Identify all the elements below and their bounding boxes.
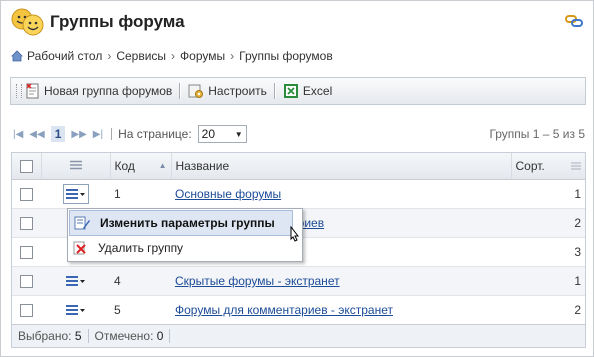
toolbar-divider xyxy=(179,83,182,99)
first-page-icon[interactable]: |◀ xyxy=(13,129,23,140)
column-name-label: Название xyxy=(175,159,230,173)
breadcrumb-separator: › xyxy=(171,49,176,63)
group-name-link[interactable]: Скрытые форумы - экстранет xyxy=(175,274,340,288)
cell-sort: 2 xyxy=(511,208,585,238)
settings-label: Настроить xyxy=(208,84,267,98)
next-page-icon[interactable]: ▶▶ xyxy=(71,129,86,140)
current-page[interactable]: 1 xyxy=(50,126,66,142)
table-row[interactable]: 1 Основные форумы 1 xyxy=(12,179,585,209)
group-name-link[interactable]: Форумы для комментариев - экстранет xyxy=(175,303,393,317)
last-page-icon[interactable]: ▶| xyxy=(93,129,103,140)
selected-count: 5 xyxy=(74,329,82,343)
toolbar-divider xyxy=(273,83,276,99)
column-sort-label: Сорт. xyxy=(515,159,545,173)
per-page-value: 20 xyxy=(201,127,216,141)
cell-sort: 3 xyxy=(511,237,585,267)
cell-code: 5 xyxy=(110,295,171,325)
pager-divider xyxy=(111,128,113,140)
cell-sort: 2 xyxy=(511,295,585,325)
breadcrumb-item-forum-groups: Группы форумов xyxy=(239,49,333,63)
breadcrumb-separator: › xyxy=(107,49,112,63)
help-icon[interactable] xyxy=(565,12,583,30)
column-code-label: Код xyxy=(114,159,135,173)
row-actions-button[interactable] xyxy=(62,184,89,204)
delete-group-label: Удалить группу xyxy=(98,241,184,255)
row-checkbox[interactable] xyxy=(20,188,33,202)
cell-code: 1 xyxy=(110,179,171,209)
pager: |◀ ◀◀ 1 ▶▶ ▶| На странице: 20 ▼ Группы 1… xyxy=(13,125,585,143)
footer-divider xyxy=(87,329,89,343)
row-checkbox[interactable] xyxy=(20,275,33,289)
excel-label: Excel xyxy=(302,84,333,98)
row-actions-button[interactable] xyxy=(64,301,88,319)
new-group-label: Новая группа форумов xyxy=(44,84,173,98)
column-header-code[interactable]: Код ▲ xyxy=(110,153,172,180)
cell-sort: 1 xyxy=(511,266,585,296)
actions-menu-icon xyxy=(65,275,85,286)
row-context-menu: Изменить параметры группы Удалить группу xyxy=(67,208,303,262)
settings-button[interactable]: Настроить xyxy=(184,80,271,102)
new-document-icon xyxy=(26,83,39,99)
column-header-name[interactable]: Название xyxy=(171,153,512,180)
row-checkbox[interactable] xyxy=(20,304,33,318)
row-checkbox[interactable] xyxy=(20,246,33,260)
pager-info: Группы 1 – 5 из 5 xyxy=(489,127,585,141)
per-page-label: На странице: xyxy=(118,127,192,141)
settings-icon xyxy=(188,84,204,98)
delete-group-menu-item[interactable]: Удалить группу xyxy=(68,236,302,260)
row-actions-button[interactable] xyxy=(64,272,88,290)
title-bar: Группы форума xyxy=(1,1,593,41)
grid-footer: Выбрано: 5 Отмечено: 0 xyxy=(12,324,585,347)
edit-icon xyxy=(74,216,90,230)
actions-header[interactable] xyxy=(41,153,111,180)
group-name-link[interactable]: Основные форумы xyxy=(175,187,281,201)
checked-count: 0 xyxy=(156,329,164,343)
select-all-checkbox[interactable] xyxy=(19,160,33,174)
per-page-select[interactable]: 20 ▼ xyxy=(197,125,247,143)
breadcrumb-item-forums[interactable]: Форумы xyxy=(180,49,225,63)
toolbar: Новая группа форумов Настроить Excel xyxy=(10,77,586,105)
grid-header-row: Код ▲ Название Сорт. xyxy=(12,153,585,180)
table-row[interactable]: 4 Скрытые форумы - экстранет 1 xyxy=(12,266,585,296)
list-icon xyxy=(69,160,82,170)
window: Группы форума Рабочий стол › Сервисы › Ф… xyxy=(0,0,594,357)
delete-icon xyxy=(73,241,86,255)
cell-code: 4 xyxy=(110,266,171,296)
page-title: Группы форума xyxy=(50,12,185,31)
actions-menu-icon xyxy=(65,304,85,315)
edit-group-menu-item[interactable]: Изменить параметры группы xyxy=(69,210,293,236)
breadcrumb-separator: › xyxy=(230,49,235,63)
cell-sort: 1 xyxy=(511,179,585,209)
sort-asc-icon: ▲ xyxy=(158,161,167,170)
home-icon[interactable] xyxy=(11,50,23,62)
selected-label: Выбрано: xyxy=(18,329,72,343)
prev-page-icon[interactable]: ◀◀ xyxy=(29,129,44,140)
select-all-header[interactable] xyxy=(12,153,42,180)
excel-button[interactable]: Excel xyxy=(279,80,336,102)
breadcrumb-item-services[interactable]: Сервисы xyxy=(116,49,166,63)
breadcrumb: Рабочий стол › Сервисы › Форумы › Группы… xyxy=(11,48,333,64)
chevron-down-icon: ▼ xyxy=(234,129,243,139)
forum-smileys-icon xyxy=(11,8,44,36)
breadcrumb-item-desktop[interactable]: Рабочий стол xyxy=(27,49,102,63)
table-row[interactable]: 5 Форумы для комментариев - экстранет 2 xyxy=(12,295,585,325)
edit-group-label: Изменить параметры группы xyxy=(100,216,275,230)
column-menu-icon[interactable] xyxy=(571,162,581,170)
footer-divider xyxy=(169,329,171,343)
new-group-button[interactable]: Новая группа форумов xyxy=(22,80,176,102)
mouse-cursor-icon xyxy=(290,226,300,242)
excel-icon xyxy=(283,84,298,98)
checked-label: Отмечено: xyxy=(94,329,154,343)
actions-menu-icon xyxy=(65,189,85,199)
column-header-sort[interactable]: Сорт. xyxy=(511,153,585,180)
row-checkbox[interactable] xyxy=(20,217,33,231)
